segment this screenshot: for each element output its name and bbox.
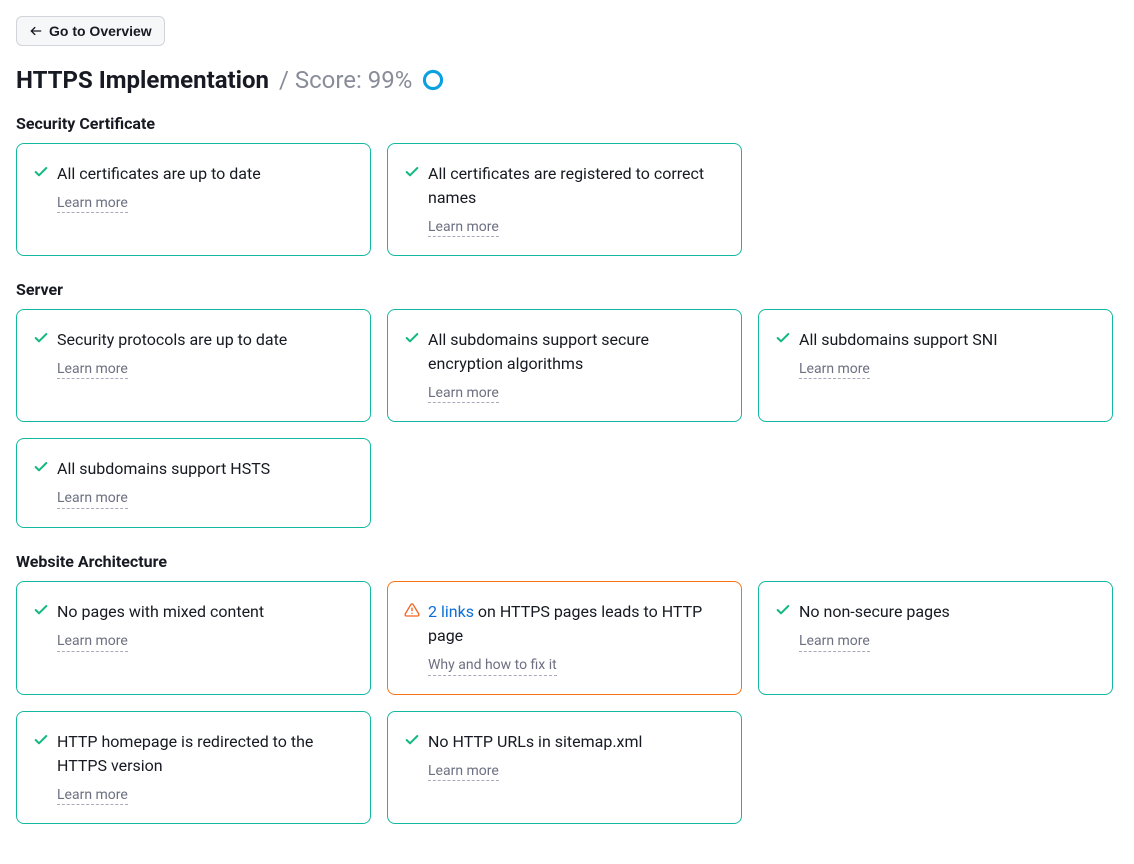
card-grid: No pages with mixed content Learn more 2…	[16, 581, 1118, 823]
check-icon	[33, 164, 49, 180]
check-icon	[404, 330, 420, 346]
card-no-mixed-content: No pages with mixed content Learn more	[16, 581, 371, 694]
learn-more-link[interactable]: Learn more	[428, 762, 499, 781]
check-icon	[33, 459, 49, 475]
warning-triangle-icon	[404, 602, 420, 618]
check-icon	[404, 164, 420, 180]
card-no-http-sitemap: No HTTP URLs in sitemap.xml Learn more	[387, 711, 742, 824]
learn-more-link[interactable]: Learn more	[57, 194, 128, 213]
section-title: Security Certificate	[16, 114, 1118, 133]
learn-more-link[interactable]: Learn more	[57, 360, 128, 379]
check-icon	[775, 330, 791, 346]
check-icon	[33, 602, 49, 618]
section-title: Server	[16, 280, 1118, 299]
learn-more-link[interactable]: Learn more	[799, 632, 870, 651]
card-title: All certificates are registered to corre…	[428, 162, 723, 210]
section-security-certificate: Security Certificate All certificates ar…	[16, 114, 1118, 256]
card-title: HTTP homepage is redirected to the HTTPS…	[57, 730, 352, 778]
card-secure-encryption: All subdomains support secure encryption…	[387, 309, 742, 422]
check-icon	[33, 732, 49, 748]
learn-more-link[interactable]: Learn more	[57, 632, 128, 651]
page-title: HTTPS Implementation	[16, 66, 269, 94]
check-icon	[33, 330, 49, 346]
learn-more-link[interactable]: Learn more	[57, 489, 128, 508]
back-to-overview-button[interactable]: Go to Overview	[16, 16, 165, 46]
card-grid: All certificates are up to date Learn mo…	[16, 143, 1118, 256]
card-grid: Security protocols are up to date Learn …	[16, 309, 1118, 528]
card-https-to-http-links: 2 links on HTTPS pages leads to HTTP pag…	[387, 581, 742, 694]
learn-more-link[interactable]: Learn more	[57, 786, 128, 805]
page-score: / Score: 99%	[279, 66, 412, 94]
card-support-sni: All subdomains support SNI Learn more	[758, 309, 1113, 422]
back-button-label: Go to Overview	[49, 23, 152, 39]
card-title: All subdomains support SNI	[799, 328, 1094, 352]
card-title: Security protocols are up to date	[57, 328, 352, 352]
card-title: All subdomains support HSTS	[57, 457, 352, 481]
card-title: No non-secure pages	[799, 600, 1094, 624]
card-http-redirect: HTTP homepage is redirected to the HTTPS…	[16, 711, 371, 824]
why-and-how-link[interactable]: Why and how to fix it	[428, 656, 557, 675]
issue-count-link[interactable]: 2 links	[428, 602, 474, 621]
arrow-left-icon	[29, 24, 43, 38]
section-server: Server Security protocols are up to date…	[16, 280, 1118, 528]
check-icon	[775, 602, 791, 618]
learn-more-link[interactable]: Learn more	[799, 360, 870, 379]
card-title: All certificates are up to date	[57, 162, 352, 186]
card-title: 2 links on HTTPS pages leads to HTTP pag…	[428, 600, 723, 648]
learn-more-link[interactable]: Learn more	[428, 218, 499, 237]
learn-more-link[interactable]: Learn more	[428, 384, 499, 403]
score-ring-icon	[422, 69, 444, 91]
card-title: All subdomains support secure encryption…	[428, 328, 723, 376]
check-icon	[404, 732, 420, 748]
card-certificates-up-to-date: All certificates are up to date Learn mo…	[16, 143, 371, 256]
card-no-non-secure-pages: No non-secure pages Learn more	[758, 581, 1113, 694]
card-support-hsts: All subdomains support HSTS Learn more	[16, 438, 371, 528]
card-title: No HTTP URLs in sitemap.xml	[428, 730, 723, 754]
card-certificates-correct-names: All certificates are registered to corre…	[387, 143, 742, 256]
card-title: No pages with mixed content	[57, 600, 352, 624]
page-heading: HTTPS Implementation / Score: 99%	[16, 66, 1118, 94]
section-title: Website Architecture	[16, 552, 1118, 571]
card-security-protocols: Security protocols are up to date Learn …	[16, 309, 371, 422]
section-website-architecture: Website Architecture No pages with mixed…	[16, 552, 1118, 823]
